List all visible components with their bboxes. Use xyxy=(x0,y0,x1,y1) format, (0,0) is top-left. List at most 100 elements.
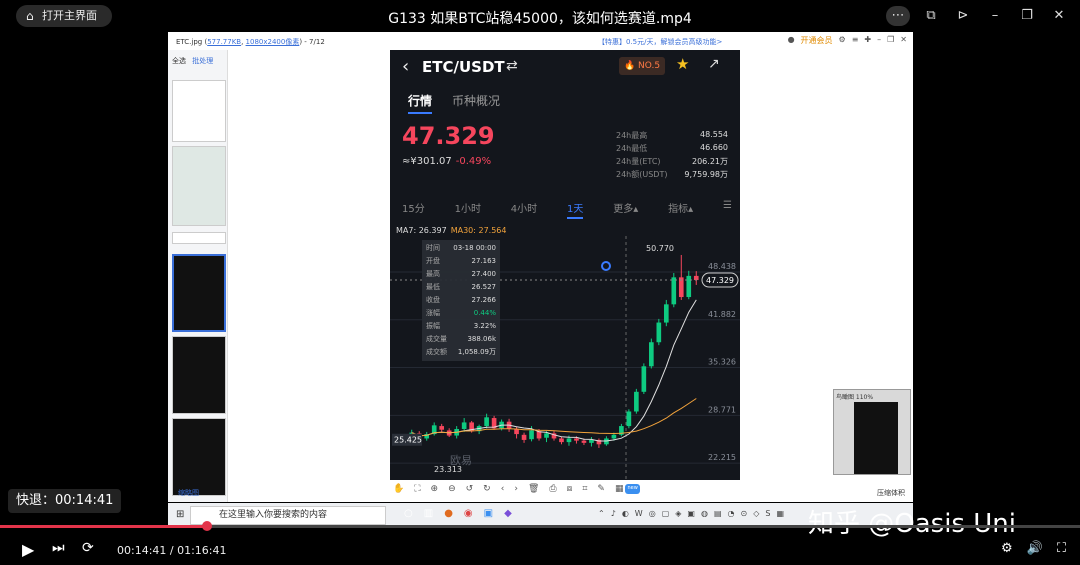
apps-icon[interactable]: ▦ xyxy=(615,484,624,494)
candle-body xyxy=(484,417,489,427)
tray-icon[interactable]: W xyxy=(635,509,643,518)
candle-body xyxy=(663,304,669,323)
tray-icon[interactable]: ◔ xyxy=(728,509,735,518)
progress-fill xyxy=(0,525,207,528)
menu-icon[interactable]: ≡ xyxy=(852,35,859,46)
app-icon[interactable]: ● xyxy=(444,508,453,519)
interval-tab[interactable]: 指标▴ xyxy=(668,200,693,219)
pin-icon[interactable]: ✚ xyxy=(864,35,871,46)
loop-icon[interactable]: ⟳ xyxy=(82,540,94,556)
okx-icon[interactable]: ◆ xyxy=(504,508,512,519)
hand-tool-icon[interactable]: ✋ xyxy=(393,484,404,494)
rotate-right-icon[interactable]: ↻ xyxy=(483,484,491,494)
thumbnail[interactable] xyxy=(172,336,226,414)
settings-icon[interactable]: ⚙ xyxy=(1001,541,1013,556)
ma7-value: MA7: 26.397 xyxy=(396,226,447,235)
prev-icon[interactable]: ‹ xyxy=(501,484,505,494)
interval-tab[interactable]: 4小时 xyxy=(511,200,537,219)
ma-legend: MA7: 26.397 MA30: 27.564 xyxy=(396,226,507,235)
convert-icon[interactable]: ⧈ xyxy=(567,484,573,494)
task-view-icon[interactable]: ○ xyxy=(404,508,413,519)
viewer-filename: ETC.jpg xyxy=(176,38,203,46)
star-icon[interactable]: ★ xyxy=(676,55,689,73)
interval-tab[interactable]: 更多▴ xyxy=(613,200,638,219)
interval-tab-active[interactable]: 1天 xyxy=(567,200,584,219)
viewer-filesize[interactable]: 577.77KB xyxy=(207,38,241,46)
pip-icon[interactable]: ⧉ xyxy=(920,6,942,26)
thumbnail[interactable] xyxy=(172,418,226,496)
explorer-icon[interactable]: ▥ xyxy=(424,508,433,519)
avatar[interactable]: ● xyxy=(788,35,795,46)
next-icon[interactable]: ⏭ xyxy=(52,540,65,556)
fullscreen-icon[interactable]: ⛶ xyxy=(1057,541,1066,556)
thumbnail[interactable] xyxy=(172,80,226,142)
edit-icon[interactable]: ✎ xyxy=(597,484,605,494)
tray-icon[interactable]: ▦ xyxy=(776,509,784,518)
interval-tab[interactable]: 1小时 xyxy=(455,200,481,219)
rank-badge: 🔥 NO.5 xyxy=(619,57,665,75)
compress-button[interactable]: 压缩体积 xyxy=(877,488,905,498)
thumbnail[interactable] xyxy=(172,146,226,226)
tab-overview[interactable]: 币种概况 xyxy=(452,92,500,114)
delete-icon[interactable]: 🗑 xyxy=(528,484,539,494)
tray-icon[interactable]: ▢ xyxy=(662,509,670,518)
thumbnails-toggle[interactable]: 缩略图 xyxy=(178,488,199,498)
tray-icon[interactable]: ▣ xyxy=(687,509,695,518)
volume-icon[interactable]: 🔊 xyxy=(1027,541,1043,556)
player-right-controls: ⚙ 🔊 ⛶ xyxy=(1001,541,1066,556)
candle-body xyxy=(514,428,519,435)
share-icon[interactable]: ↗ xyxy=(708,56,720,72)
tray-icon[interactable]: ◐ xyxy=(622,509,629,518)
cast-icon[interactable]: ⊳ xyxy=(952,6,974,26)
candle-body xyxy=(671,277,677,305)
crop-icon[interactable]: ⌗ xyxy=(582,484,587,494)
maximize-icon[interactable]: ❐ xyxy=(1016,6,1038,26)
fit-icon[interactable]: ⛶ xyxy=(414,484,420,494)
tray-icon[interactable]: ◎ xyxy=(649,509,656,518)
close-icon[interactable]: ✕ xyxy=(1048,6,1070,26)
viewer-dimensions[interactable]: 1080x2400像素 xyxy=(246,38,300,46)
interval-tab[interactable]: 15分 xyxy=(402,200,425,219)
settings-icon[interactable]: ⚙ xyxy=(839,35,846,46)
play-icon[interactable]: ▶ xyxy=(22,540,34,559)
more-icon[interactable]: ⋯ xyxy=(886,6,910,26)
app-icon[interactable]: ▣ xyxy=(484,508,493,519)
print-icon[interactable]: ⎙ xyxy=(549,484,556,494)
zoom-in-icon[interactable]: ⊕ xyxy=(431,484,439,494)
tray-icon[interactable]: ▤ xyxy=(714,509,722,518)
zoom-out-icon[interactable]: ⊖ xyxy=(448,484,456,494)
chrome-icon[interactable]: ◉ xyxy=(464,508,473,519)
rotate-left-icon[interactable]: ↺ xyxy=(466,484,474,494)
mic-icon[interactable]: ♪ xyxy=(611,509,616,518)
tray-icon[interactable]: ◇ xyxy=(753,509,759,518)
tab-market[interactable]: 行情 xyxy=(408,92,433,114)
tray-icon[interactable]: ⌃ xyxy=(598,509,605,518)
tooltip-row: 振幅 3.22% xyxy=(426,320,496,333)
tray-icon[interactable]: ◍ xyxy=(701,509,708,518)
swap-icon[interactable]: ⇄ xyxy=(506,58,518,74)
tray-icon[interactable]: ◈ xyxy=(675,509,681,518)
batch-link[interactable]: 批处理 xyxy=(192,57,213,65)
windows-start-icon[interactable]: ⊞ xyxy=(176,509,184,520)
select-all-checkbox[interactable]: 全选 xyxy=(172,57,186,65)
upgrade-link[interactable]: 开通会员 xyxy=(801,35,833,46)
thumbnail-selected[interactable] xyxy=(172,254,226,332)
tooltip-label: 开盘 xyxy=(426,257,440,265)
viewer-ad-link[interactable]: 【特惠】0.5元/天，解锁会员高级功能> xyxy=(598,37,722,47)
taskbar-search[interactable]: 在这里输入你要搜索的内容 xyxy=(190,506,386,525)
candle-body xyxy=(589,439,594,443)
minimap[interactable]: 鸟瞰图 110% xyxy=(833,389,911,475)
next-icon[interactable]: › xyxy=(514,484,518,494)
tray-icon[interactable]: S xyxy=(765,509,770,518)
minimize-icon[interactable]: – xyxy=(877,35,881,46)
back-icon[interactable]: ‹ xyxy=(402,56,409,77)
tooltip-value: 27.163 xyxy=(471,257,497,265)
sidebar-actions: 全选 批处理 xyxy=(168,50,227,72)
thumbnail[interactable] xyxy=(172,232,226,244)
chart-settings-icon[interactable]: ☰ xyxy=(723,200,732,219)
tray-icon[interactable]: ⊙ xyxy=(741,509,748,518)
restore-icon[interactable]: ❐ xyxy=(887,35,894,46)
close-icon[interactable]: ✕ xyxy=(900,35,907,46)
y-tick-label: 35.326 xyxy=(708,358,736,367)
minimize-icon[interactable]: – xyxy=(984,6,1006,26)
